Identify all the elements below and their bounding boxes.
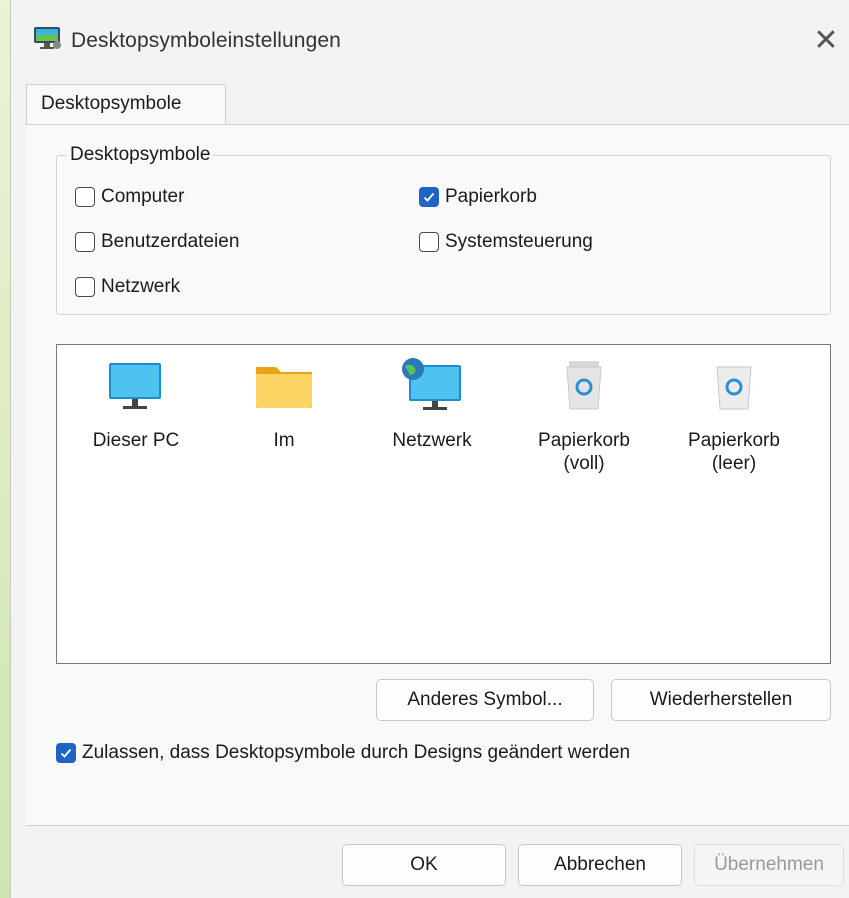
apply-button[interactable]: Übernehmen [694, 844, 844, 886]
cancel-button[interactable]: Abbrechen [518, 844, 682, 886]
ok-button[interactable]: OK [342, 844, 506, 886]
checkbox-computer[interactable]: Computer [75, 186, 184, 208]
tab-panel: Desktopsymbole Computer Papierkorb Benut… [26, 124, 849, 826]
restore-default-button[interactable]: Wiederherstellen [611, 679, 831, 721]
recycle-bin-full-icon [547, 357, 621, 419]
desktop-icons-group: Desktopsymbole Computer Papierkorb Benut… [56, 144, 831, 315]
change-icon-button[interactable]: Anderes Symbol... [376, 679, 594, 721]
checkbox-box[interactable] [419, 232, 439, 252]
icon-label: Papierkorb (leer) [688, 430, 780, 474]
checkbox-box[interactable] [75, 232, 95, 252]
icon-label: Im [273, 430, 295, 451]
checkbox-box-checked[interactable] [419, 187, 439, 207]
recycle-bin-empty-icon [697, 357, 771, 419]
checkbox-label: Netzwerk [101, 276, 181, 297]
checkbox-label: Benutzerdateien [101, 231, 240, 252]
group-legend: Desktopsymbole [67, 144, 214, 166]
icon-label: Netzwerk [392, 430, 472, 451]
dialog-window: Desktopsymboleinstellungen ✕ Desktopsymb… [10, 0, 849, 898]
checkbox-box[interactable] [75, 277, 95, 297]
close-button[interactable]: ✕ [811, 26, 841, 56]
checkbox-label: Papierkorb [445, 186, 537, 207]
network-icon [395, 357, 469, 419]
checkbox-label: Systemsteuerung [445, 231, 593, 252]
checkbox-box-checked[interactable] [56, 743, 76, 763]
folder-icon [247, 357, 321, 419]
checkbox-netzwerk[interactable]: Netzwerk [75, 276, 180, 298]
allow-themes-label: Zulassen, dass Desktopsymbole durch Desi… [82, 742, 631, 763]
list-item-papierkorb-leer[interactable]: Papierkorb (leer) [669, 357, 799, 475]
checkbox-benutzerdateien[interactable]: Benutzerdateien [75, 231, 239, 253]
checkbox-label: Computer [101, 186, 185, 207]
checkbox-systemsteuerung[interactable]: Systemsteuerung [419, 231, 593, 253]
icon-label: Dieser PC [92, 430, 180, 451]
list-item-im[interactable]: Im [219, 357, 349, 452]
icon-label: Papierkorb (voll) [538, 430, 630, 474]
checkmark-icon [60, 748, 72, 758]
tab-desktopsymbole[interactable]: Desktopsymbole [26, 84, 226, 125]
list-item-papierkorb-voll[interactable]: Papierkorb (voll) [519, 357, 649, 475]
window-title: Desktopsymboleinstellungen [71, 29, 341, 52]
allow-themes-checkbox[interactable]: Zulassen, dass Desktopsymbole durch Desi… [56, 742, 630, 764]
checkmark-icon [423, 192, 435, 202]
checkbox-box[interactable] [75, 187, 95, 207]
desktop-settings-icon [33, 25, 63, 51]
list-item-dieser-pc[interactable]: Dieser PC [71, 357, 201, 452]
checkbox-papierkorb[interactable]: Papierkorb [419, 186, 537, 208]
list-item-netzwerk[interactable]: Netzwerk [367, 357, 497, 452]
monitor-icon [99, 357, 173, 419]
title-bar: Desktopsymboleinstellungen ✕ [11, 0, 849, 84]
icon-list[interactable]: Dieser PC Im Netzwerk Papierkorb (voll) … [56, 344, 831, 664]
